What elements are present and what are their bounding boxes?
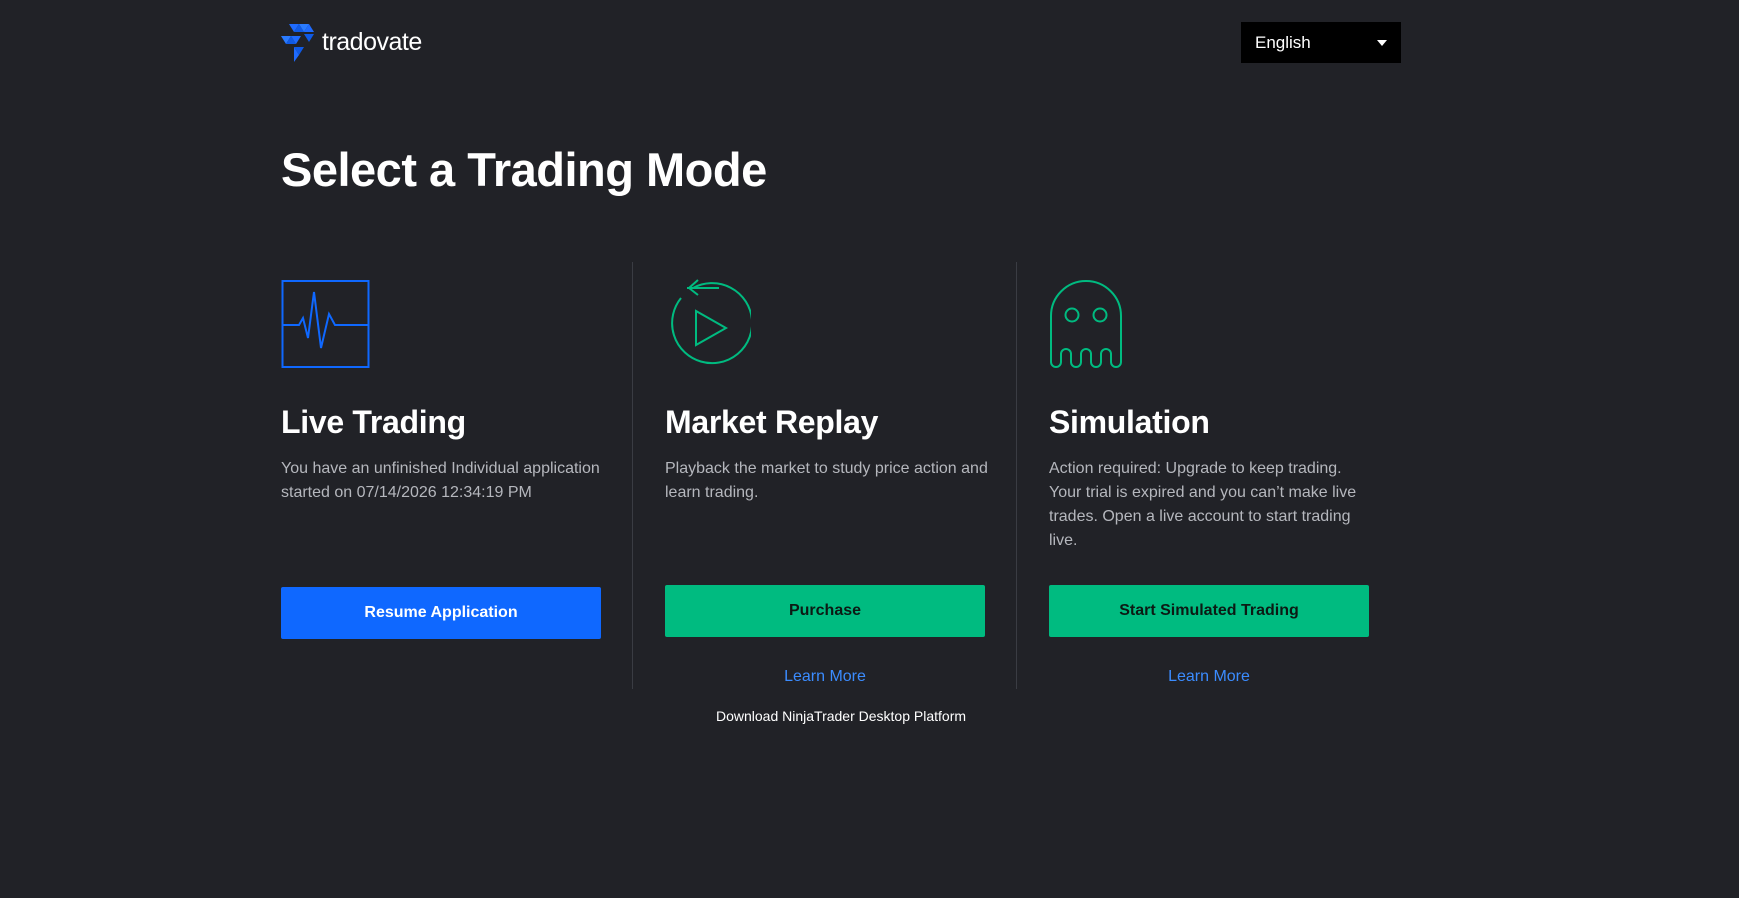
page: tradovate English Select a Trading Mode … (0, 0, 1739, 898)
simulation-card: Simulation Action required: Upgrade to k… (1049, 278, 1369, 685)
tradovate-logo[interactable]: tradovate (281, 22, 422, 62)
column-divider (1016, 262, 1017, 689)
page-title: Select a Trading Mode (281, 143, 767, 196)
learn-more-link[interactable]: Learn More (1049, 668, 1369, 686)
market-replay-card: Market Replay Playback the market to stu… (665, 278, 988, 685)
logo-text: tradovate (322, 27, 422, 56)
card-title: Simulation (1049, 404, 1210, 440)
caret-down-icon (1377, 39, 1387, 46)
card-description: You have an unfinished Individual applic… (281, 460, 600, 501)
heartbeat-monitor-icon (281, 280, 370, 368)
language-select[interactable]: English (1241, 22, 1401, 63)
card-title: Market Replay (665, 404, 879, 440)
learn-more-link[interactable]: Learn More (665, 668, 985, 686)
live-trading-card: Live Trading You have an unfinished Indi… (281, 278, 601, 639)
language-selected-value: English (1255, 32, 1311, 52)
card-title: Live Trading (281, 404, 466, 440)
ghost-icon (1050, 280, 1122, 368)
download-ninjatrader-link[interactable]: Download NinjaTrader Desktop Platform (0, 708, 1682, 724)
card-description: Playback the market to study price actio… (665, 460, 988, 501)
replay-play-icon (671, 279, 751, 365)
purchase-button[interactable]: Purchase (665, 585, 985, 637)
tradovate-triangles-icon (281, 24, 314, 62)
column-divider (632, 262, 633, 689)
card-description: Action required: Upgrade to keep trading… (1049, 460, 1357, 549)
resume-application-button[interactable]: Resume Application (281, 587, 601, 639)
start-simulated-trading-button[interactable]: Start Simulated Trading (1049, 585, 1369, 637)
